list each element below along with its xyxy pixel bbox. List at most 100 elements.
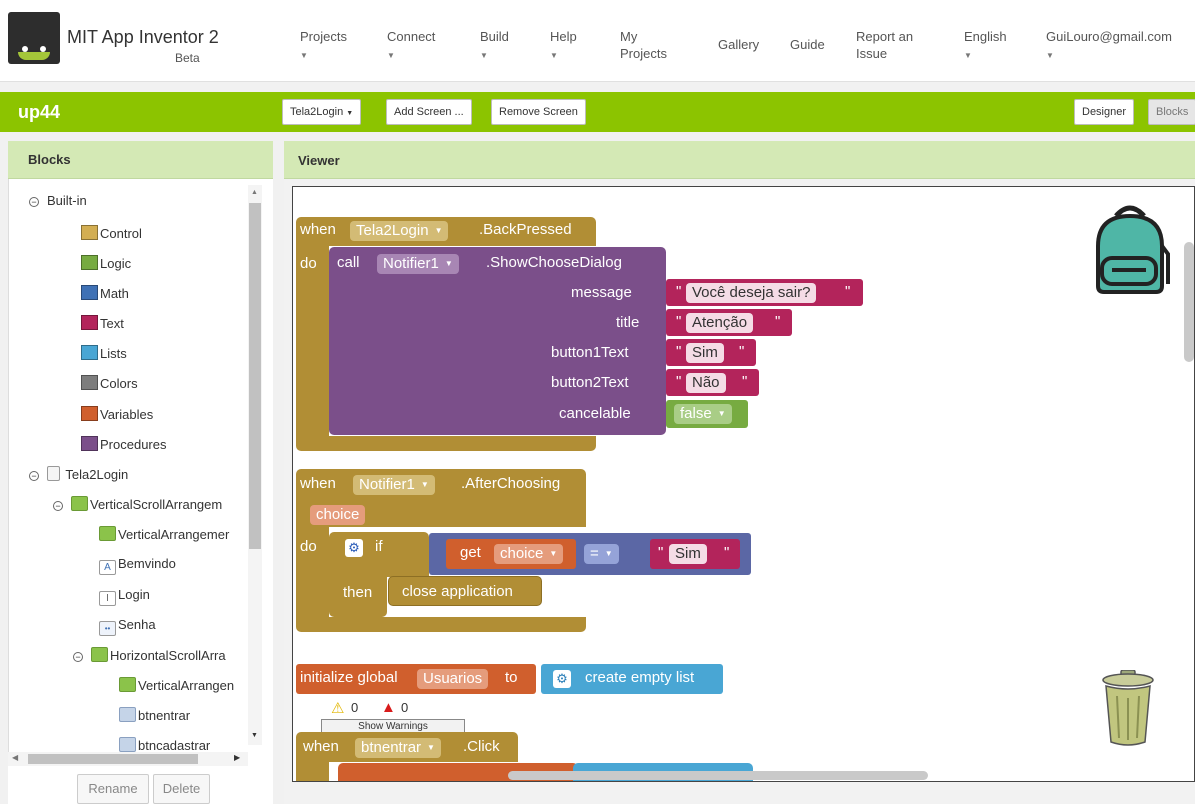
menu-guide[interactable]: Guide xyxy=(790,36,825,53)
rename-button[interactable]: Rename xyxy=(77,774,149,804)
blocks-workspace[interactable]: when Tela2Login ▼ .BackPressed do call No… xyxy=(292,186,1195,782)
global-var-name[interactable]: Usuarios xyxy=(417,669,489,689)
text-value-button1[interactable]: Sim xyxy=(686,343,724,363)
tree-item-control[interactable]: Control xyxy=(81,225,142,241)
tree-item-procedures[interactable]: Procedures xyxy=(81,436,166,452)
tree-node-vertical-scroll[interactable]: − VerticalScrollArrangem xyxy=(53,496,222,512)
designer-button[interactable]: Designer xyxy=(1074,99,1135,125)
block-keyword-to: to xyxy=(505,669,518,686)
tree-node-horizontal-scroll[interactable]: − HorizontalScrollArra xyxy=(73,647,226,663)
collapse-icon[interactable]: − xyxy=(73,652,83,662)
tree-item-login[interactable]: I Login xyxy=(99,587,150,606)
gear-icon[interactable]: ⚙ xyxy=(345,539,363,557)
menu-report-issue[interactable]: Report an Issue xyxy=(856,28,916,62)
app-title[interactable]: MIT App Inventor 2 xyxy=(67,27,219,48)
backpack-icon[interactable] xyxy=(1088,202,1172,294)
event-param-choice[interactable]: choice xyxy=(310,505,366,525)
add-screen-button[interactable]: Add Screen ... xyxy=(386,99,472,125)
tree-vertical-scrollbar[interactable]: ▲ ▼ xyxy=(248,185,262,745)
lists-swatch-icon xyxy=(81,345,98,360)
chevron-down-icon: ▼ xyxy=(434,226,443,235)
tree-item-bemvindo[interactable]: A Bemvindo xyxy=(99,556,176,575)
tree-item-variables[interactable]: Variables xyxy=(81,406,153,422)
tree-item-vertical-arrangement[interactable]: VerticalArrangemer xyxy=(99,526,229,542)
notifier-event-dropdown[interactable]: Notifier1 ▼ xyxy=(353,475,435,495)
menu-my-projects[interactable]: My Projects xyxy=(620,28,680,62)
text-value-message[interactable]: Você deseja sair? xyxy=(686,283,817,303)
tree-node-builtin[interactable]: − Built-in xyxy=(29,193,87,208)
menu-help[interactable]: Help ▼ xyxy=(550,28,577,64)
initialize-global-label: initialize global xyxy=(300,669,398,686)
text-value-button2[interactable]: Não xyxy=(686,373,726,393)
scroll-down-icon[interactable]: ▼ xyxy=(251,732,258,739)
tree-item-btnentrar[interactable]: btnentrar xyxy=(119,707,190,723)
close-application-label: close application xyxy=(402,583,513,600)
vertical-arrangement-icon xyxy=(71,496,88,511)
component-dropdown[interactable]: Tela2Login ▼ xyxy=(350,221,449,241)
math-swatch-icon xyxy=(81,285,98,300)
collapse-icon[interactable]: − xyxy=(53,501,63,511)
scroll-left-icon[interactable]: ◀ xyxy=(12,753,18,762)
trash-icon[interactable] xyxy=(1101,670,1155,748)
notifier-dropdown[interactable]: Notifier1 ▼ xyxy=(377,254,459,274)
chevron-down-icon: ▼ xyxy=(300,51,308,60)
scroll-right-icon[interactable]: ▶ xyxy=(234,753,240,762)
tree-item-math[interactable]: Math xyxy=(81,285,129,301)
menu-projects[interactable]: Projects ▼ xyxy=(300,28,347,64)
tree-horizontal-scrollbar[interactable]: ◀ ▶ xyxy=(8,752,248,766)
error-icon[interactable]: ▲ xyxy=(381,699,396,716)
control-swatch-icon xyxy=(81,225,98,240)
collapse-icon[interactable]: − xyxy=(29,471,39,481)
menu-connect[interactable]: Connect ▼ xyxy=(387,28,435,64)
menu-help-label: Help xyxy=(550,29,577,44)
tree-item-label: Procedures xyxy=(100,437,167,452)
tree-item-btncadastrar[interactable]: btncadastrar xyxy=(119,737,210,753)
menu-account-label: GuiLouro@gmail.com xyxy=(1046,29,1172,44)
method-name: .ShowChooseDialog xyxy=(486,254,622,271)
tree-item-colors[interactable]: Colors xyxy=(81,375,138,391)
compare-operator-label: = xyxy=(590,545,599,562)
scrollbar-thumb[interactable] xyxy=(28,754,198,764)
text-swatch-icon xyxy=(81,315,98,330)
get-variable-dropdown[interactable]: choice ▼ xyxy=(494,544,564,564)
tree-item-vertical-arrangement-2[interactable]: VerticalArrangen xyxy=(119,677,234,693)
logic-dropdown[interactable]: false ▼ xyxy=(674,404,732,424)
tree-node-screen[interactable]: − Tela2Login xyxy=(29,466,128,482)
vertical-arrangement-icon xyxy=(99,526,116,541)
menu-build-label: Build xyxy=(480,29,509,44)
tree-item-lists[interactable]: Lists xyxy=(81,345,127,361)
tree-item-senha[interactable]: •• Senha xyxy=(99,617,156,636)
menu-language[interactable]: English ▼ xyxy=(964,28,1007,64)
workspace-vertical-scrollbar[interactable] xyxy=(1184,242,1194,362)
menu-language-label: English xyxy=(964,29,1007,44)
tree-item-text[interactable]: Text xyxy=(81,315,124,331)
chevron-down-icon: ▼ xyxy=(427,743,435,752)
screen-select-dropdown[interactable]: Tela2Login ▼ xyxy=(282,99,362,125)
collapse-icon[interactable]: − xyxy=(29,197,39,207)
horizontal-arrangement-icon xyxy=(91,647,108,662)
warning-icon[interactable]: ⚠ xyxy=(331,699,344,717)
tree-item-label: Lists xyxy=(100,346,127,361)
menu-gallery[interactable]: Gallery xyxy=(718,36,759,53)
app-inventor-logo-icon[interactable] xyxy=(8,12,60,64)
chevron-down-icon: ▼ xyxy=(420,480,429,489)
text-value-sim[interactable]: Sim xyxy=(669,544,707,564)
text-value-title[interactable]: Atenção xyxy=(686,313,754,333)
tree-item-label: VerticalScrollArrangem xyxy=(90,497,223,512)
logic-swatch-icon xyxy=(81,255,98,270)
compare-operator-dropdown[interactable]: = ▼ xyxy=(584,544,619,564)
scroll-up-icon[interactable]: ▲ xyxy=(251,189,258,196)
menu-build[interactable]: Build ▼ xyxy=(480,28,509,64)
menu-account[interactable]: GuiLouro@gmail.com ▼ xyxy=(1046,28,1172,64)
app-subtitle: Beta xyxy=(175,51,200,65)
delete-button[interactable]: Delete xyxy=(153,774,210,804)
button-component-dropdown[interactable]: btnentrar ▼ xyxy=(355,738,441,758)
gear-icon[interactable]: ⚙ xyxy=(553,670,571,688)
block-keyword-when: when xyxy=(303,738,339,755)
tree-item-logic[interactable]: Logic xyxy=(81,255,131,271)
scrollbar-thumb[interactable] xyxy=(249,203,261,549)
blocks-button[interactable]: Blocks xyxy=(1148,99,1195,125)
param-button2text-label: button2Text xyxy=(551,374,629,391)
remove-screen-button[interactable]: Remove Screen xyxy=(491,99,586,125)
workspace-horizontal-scrollbar[interactable] xyxy=(508,771,928,780)
